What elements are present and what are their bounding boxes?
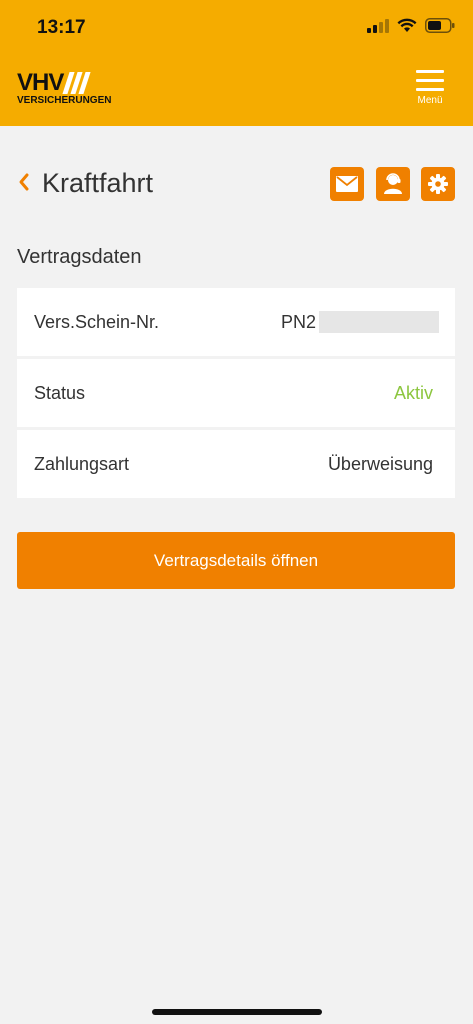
vhv-logo[interactable]: VHV VERSICHERUNGEN [17,69,112,107]
logo-sub-text: VERSICHERUNGEN [17,95,112,106]
section-title-contract: Vertragsdaten [17,246,142,268]
mail-button[interactable] [330,167,364,201]
row-label: Vers.Schein-Nr. [34,312,160,332]
contact-person-icon [384,173,402,194]
contract-row-payment-method: Zahlungsart Überweisung [17,430,455,498]
policy-number-value: PN2 [281,312,317,332]
contract-row-status: Status Aktiv [17,359,455,427]
mail-icon [336,176,358,192]
menu-button[interactable]: Menü [415,70,445,106]
gear-icon [428,174,448,194]
home-indicator[interactable] [152,1009,322,1015]
cellular-signal-icon [367,18,389,33]
back-chevron-icon[interactable] [17,172,31,192]
settings-button[interactable] [421,167,455,201]
redacted-policy-number [319,311,439,333]
wifi-icon [397,18,417,32]
logo-slashes-icon [62,72,91,94]
logo-main-text: VHV [17,69,64,96]
menu-label: Menü [417,95,443,106]
page-title: Kraftfahrt [42,168,154,198]
status-value: Aktiv [393,383,433,403]
hamburger-icon [416,70,444,91]
app-header: 13:17 VHV VERSICHERUNGEN Menü [0,0,473,126]
status-bar: 13:17 [0,0,473,56]
title-row: Kraftfahrt [0,160,473,208]
payment-method-value: Überweisung [327,454,433,474]
status-icons [367,18,455,33]
row-label: Zahlungsart [34,454,130,474]
row-label: Status [34,383,86,403]
status-time: 13:17 [37,17,86,38]
contact-button[interactable] [376,167,410,201]
contract-row-policy-number: Vers.Schein-Nr. PN2 [17,288,455,356]
battery-icon [425,18,455,33]
open-contract-details-button[interactable]: Vertragsdetails öffnen [17,532,455,589]
